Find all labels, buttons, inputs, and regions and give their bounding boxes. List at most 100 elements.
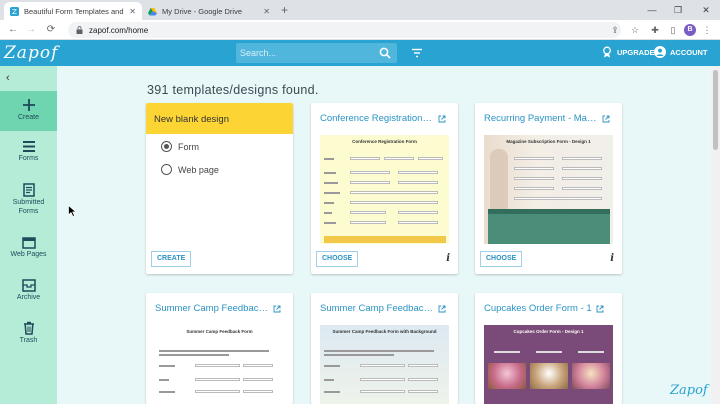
share-icon[interactable]: ⇪ xyxy=(608,23,622,37)
back-arrow-icon[interactable]: ← xyxy=(6,23,20,37)
menu-dots-icon[interactable]: ⋮ xyxy=(700,23,714,37)
url-field[interactable]: zapof.com/home xyxy=(68,22,621,38)
sidebar-item-submitted-forms[interactable]: Submitted Forms xyxy=(0,183,57,216)
results-count: 391 templates/designs found. xyxy=(147,83,319,97)
upgrade-button[interactable]: UPGRADE xyxy=(601,46,655,58)
radio-webpage-label: Web page xyxy=(178,164,219,175)
sidebar-item-forms[interactable]: Forms xyxy=(0,140,57,164)
preview-title: Cupcakes Order Form - Design 1 xyxy=(513,329,584,334)
template-title-link[interactable]: Cupcakes Order Form - 1 xyxy=(484,303,604,314)
template-preview-image[interactable]: Summer Camp Feedback Form with Backgroun… xyxy=(320,325,449,404)
bookmark-star-icon[interactable]: ☆ xyxy=(628,23,642,37)
filter-icon[interactable] xyxy=(410,46,424,60)
scrollbar-thumb[interactable] xyxy=(713,70,718,150)
blank-card-title: New blank design xyxy=(154,114,229,125)
choose-button[interactable]: CHOOSE xyxy=(316,251,359,267)
browser-tab-zapof[interactable]: Z Beautiful Form Templates and De ✕ xyxy=(4,2,142,20)
new-blank-design-card: New blank design Form Web page CREATE xyxy=(146,103,293,274)
page-scrollbar[interactable] xyxy=(711,66,720,404)
external-link-icon[interactable] xyxy=(596,305,604,313)
profile-avatar[interactable]: B xyxy=(684,24,696,36)
award-icon xyxy=(603,46,611,58)
template-preview-image[interactable]: Cupcakes Order Form - Design 1 xyxy=(484,325,613,404)
maximize-icon[interactable]: ❐ xyxy=(666,0,690,20)
search-box xyxy=(236,43,397,63)
google-drive-icon xyxy=(148,7,157,16)
close-tab-icon[interactable]: ✕ xyxy=(263,7,270,16)
external-link-icon[interactable] xyxy=(438,115,446,123)
search-input[interactable] xyxy=(240,43,370,63)
radio-webpage-option[interactable]: Web page xyxy=(161,164,219,175)
preview-title: Summer Camp Feedback Form with Backgroun… xyxy=(332,329,437,334)
webpage-icon xyxy=(21,237,36,249)
template-title-link[interactable]: Summer Camp Feedback F... xyxy=(155,303,281,314)
browser-tab-drive[interactable]: My Drive - Google Drive ✕ xyxy=(142,2,276,20)
extensions-icon[interactable]: ✚ xyxy=(648,23,662,37)
tab-title: My Drive - Google Drive xyxy=(162,6,243,16)
reload-icon[interactable]: ⟳ xyxy=(44,23,58,37)
radio-button-selected[interactable] xyxy=(161,141,172,152)
template-card: Summer Camp Feedback F... Summer Camp Fe… xyxy=(146,293,293,404)
blank-card-header: New blank design xyxy=(146,103,293,134)
url-text: zapof.com/home xyxy=(89,25,149,35)
sidebar-item-archive[interactable]: Archive xyxy=(0,279,57,303)
sidebar-item-label: Web Pages xyxy=(10,251,47,258)
external-link-icon[interactable] xyxy=(438,305,446,313)
radio-form-option[interactable]: Form xyxy=(161,141,199,152)
sidepanel-icon[interactable]: ▯ xyxy=(666,23,680,37)
upgrade-label: UPGRADE xyxy=(617,47,655,57)
app-header: Zapof UPGRADE ACCOUNT xyxy=(0,40,720,66)
sidebar-item-web-pages[interactable]: Web Pages xyxy=(0,237,57,260)
archive-icon xyxy=(21,279,36,292)
sidebar-item-create[interactable]: Create xyxy=(0,91,57,131)
info-icon[interactable]: i xyxy=(610,253,614,264)
search-icon[interactable] xyxy=(379,47,391,59)
trash-icon xyxy=(23,321,34,335)
external-link-icon[interactable] xyxy=(602,115,610,123)
preview-title: Conference Registration Form xyxy=(352,139,417,144)
minimize-icon[interactable]: — xyxy=(640,0,664,20)
collapse-chevron-icon[interactable]: ‹ xyxy=(6,72,10,84)
template-title-link[interactable]: Conference Registration Fo... xyxy=(320,113,446,124)
external-link-icon[interactable] xyxy=(273,305,281,313)
address-bar: ← → ⟳ zapof.com/home ⇪ ☆ ✚ ▯ B ⋮ xyxy=(0,20,720,40)
preview-title: Magazine Subscription Form - Design 1 xyxy=(506,139,591,144)
mouse-cursor-icon xyxy=(68,205,77,217)
sidebar-item-label: Create xyxy=(17,114,39,121)
create-button[interactable]: CREATE xyxy=(151,251,192,267)
template-preview-image[interactable]: Magazine Subscription Form - Design 1 xyxy=(484,135,613,244)
info-icon[interactable]: i xyxy=(446,253,450,264)
account-button[interactable]: ACCOUNT xyxy=(654,46,708,58)
forward-arrow-icon[interactable]: → xyxy=(24,23,38,37)
sidebar-item-trash[interactable]: Trash xyxy=(0,321,57,346)
template-card: Summer Camp Feedback Fo... Summer Camp F… xyxy=(311,293,458,404)
radio-button[interactable] xyxy=(161,164,172,175)
template-title-link[interactable]: Summer Camp Feedback Fo... xyxy=(320,303,446,314)
template-card: Recurring Payment - Magaz... Magazine Su… xyxy=(475,103,622,274)
close-window-icon[interactable]: ✕ xyxy=(694,0,718,20)
sidebar-item-label: Trash xyxy=(19,337,38,344)
list-icon xyxy=(22,141,35,152)
plus-icon xyxy=(22,99,35,111)
zapof-footer-logo: Zapof xyxy=(670,383,708,398)
choose-button[interactable]: CHOOSE xyxy=(480,251,523,267)
document-icon xyxy=(22,183,35,197)
template-preview-image[interactable]: Summer Camp Feedback Form xyxy=(155,325,284,404)
template-card: Conference Registration Fo... Conference… xyxy=(311,103,458,274)
sidebar-item-label: Forms xyxy=(18,155,39,162)
lock-icon xyxy=(76,26,83,34)
browser-tab-strip: Z Beautiful Form Templates and De ✕ My D… xyxy=(0,0,720,20)
preview-title: Summer Camp Feedback Form xyxy=(186,329,253,334)
zapof-logo[interactable]: Zapof xyxy=(4,43,58,63)
close-tab-icon[interactable]: ✕ xyxy=(129,7,136,16)
tab-title: Beautiful Form Templates and De xyxy=(24,6,126,16)
template-preview-image[interactable]: Conference Registration Form xyxy=(320,135,449,244)
template-card: Cupcakes Order Form - 1 Cupcakes Order F… xyxy=(475,293,622,404)
sidebar-item-label: Archive xyxy=(16,294,41,301)
new-tab-icon[interactable]: + xyxy=(281,3,288,17)
zapof-favicon-icon: Z xyxy=(10,6,19,16)
account-label: ACCOUNT xyxy=(670,47,708,57)
sidebar: ‹ Create Forms Submitted Forms Web Pages… xyxy=(0,66,57,404)
template-title-link[interactable]: Recurring Payment - Magaz... xyxy=(484,113,610,124)
svg-text:Z: Z xyxy=(12,7,17,16)
